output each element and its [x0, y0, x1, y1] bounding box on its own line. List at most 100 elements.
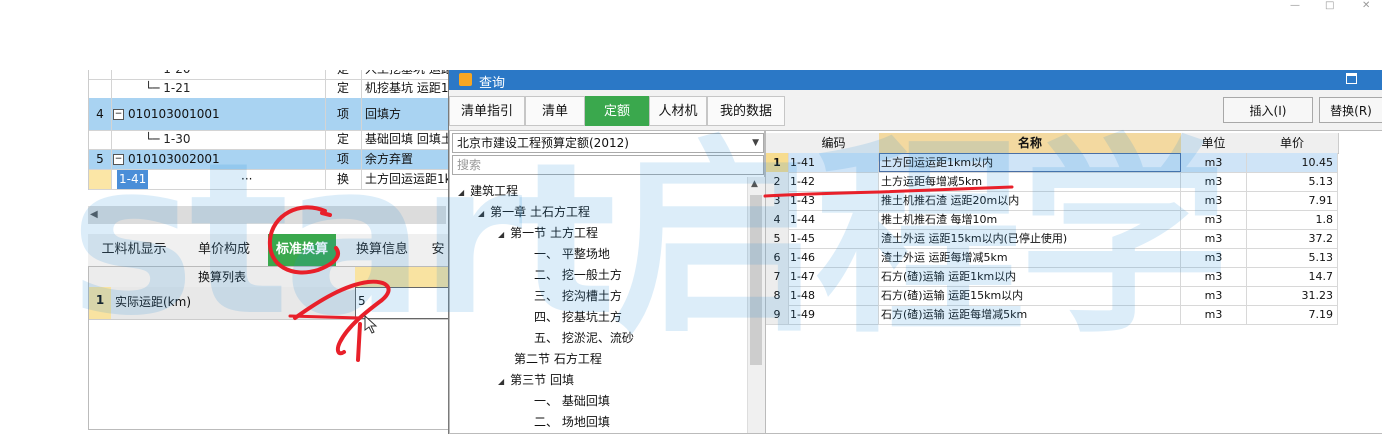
quota-name: 推土机推石渣 运距20m以内 — [879, 191, 1181, 210]
tree-scrollbar[interactable]: ▲ — [747, 177, 765, 433]
insert-button[interactable]: 插入(I) — [1223, 97, 1313, 123]
quota-row[interactable]: 7 1-47 石方(碴)运输 运距1km以内 m3 14.7 — [766, 267, 1338, 287]
quota-unit: m3 — [1181, 305, 1247, 324]
app-icon — [459, 73, 472, 86]
actual-distance-input[interactable]: 5 — [355, 287, 449, 319]
tree-node[interactable]: 一、 平整场地 — [534, 244, 610, 264]
quota-row[interactable]: 3 1-43 推土机推石渣 运距20m以内 m3 7.91 — [766, 191, 1338, 211]
tree-search-input[interactable]: 搜索 — [452, 155, 764, 175]
tree-node-label: 建筑工程 — [470, 184, 519, 198]
dialog-tab-3[interactable]: 人材机 — [649, 96, 707, 126]
dialog-title: 查询 — [479, 76, 506, 91]
tree-node-label: 一、 基础回填 — [534, 394, 610, 408]
name-header[interactable]: 名称 — [879, 133, 1182, 154]
row-number: 4 — [89, 98, 112, 130]
tab-1[interactable]: 单价构成 — [184, 234, 264, 266]
tree-node[interactable]: 三、 挖沟槽土方 — [534, 286, 622, 306]
bill-grid-row[interactable]: 4−010103001001 项回填方 — [89, 98, 449, 131]
bill-grid-row[interactable]: └─ 1-30 定基础回填 回填土 夯填 — [89, 130, 449, 150]
quota-price: 7.19 — [1246, 305, 1338, 324]
dialog-tab-1[interactable]: 清单 — [525, 96, 585, 126]
expand-arrow-icon[interactable]: ◢ — [478, 204, 484, 224]
chevron-down-icon[interactable]: ▼ — [752, 134, 759, 152]
item-type: 换 — [325, 170, 362, 189]
quota-code: 1-46 — [788, 248, 879, 267]
quota-price: 5.13 — [1246, 248, 1338, 267]
tree-node-label: 一、 平整场地 — [534, 247, 610, 261]
expand-arrow-icon[interactable]: ◢ — [498, 225, 504, 245]
tree-node[interactable]: ◢ 第三节 回填 — [498, 370, 574, 390]
minimize-icon[interactable]: — — [1290, 0, 1300, 11]
tree-node[interactable]: 二、 场地回填 — [534, 412, 610, 432]
collapse-icon[interactable]: − — [113, 154, 124, 165]
detail-tabs: 工料机显示 单价构成 标准换算 换算信息安 — [88, 234, 448, 267]
item-code: −010103002001 — [111, 150, 326, 169]
close-icon[interactable]: ✕ — [1362, 0, 1370, 11]
price-header[interactable]: 单价 — [1246, 133, 1339, 154]
quota-code: 1-49 — [788, 305, 879, 324]
quota-code: 1-43 — [788, 191, 879, 210]
tree-node[interactable]: ◢ 第一节 土方工程 — [498, 223, 598, 243]
tree-node[interactable]: ◢ 建筑工程 — [458, 181, 518, 201]
tab-0[interactable]: 工料机显示 — [92, 234, 176, 266]
row-number: 7 — [766, 267, 789, 286]
tree-node[interactable]: 五、 挖淤泥、流砂 — [534, 328, 634, 348]
tree-node[interactable]: 四、 挖基坑土方 — [534, 307, 622, 327]
quota-row[interactable]: 5 1-45 渣土外运 运距15km以内(已停止使用) m3 37.2 — [766, 229, 1338, 249]
dialog-titlebar[interactable]: 查询 — [449, 70, 1382, 91]
row-number — [89, 79, 112, 98]
quota-name: 石方(碴)运输 运距每增减5km — [879, 305, 1181, 324]
quota-unit: m3 — [1181, 229, 1247, 248]
quota-row[interactable]: 2 1-42 土方运距每增减5km m3 5.13 — [766, 172, 1338, 192]
quota-row[interactable]: 8 1-48 石方(碴)运输 运距15km以内 m3 31.23 — [766, 286, 1338, 306]
unit-header[interactable]: 单位 — [1181, 133, 1247, 154]
bill-grid-row[interactable]: 1-41 ··· 换土方回运运距1km以内 实际运距 — [89, 170, 449, 190]
tab-4[interactable]: 安 — [428, 234, 448, 266]
scroll-left-icon[interactable]: ◀ — [90, 209, 98, 220]
item-code-text: └─ 1-20 — [145, 70, 191, 76]
quota-code: 1-48 — [788, 286, 879, 305]
item-code-text: 010103001001 — [128, 107, 220, 121]
expand-arrow-icon[interactable]: ◢ — [498, 372, 504, 392]
tab-2[interactable]: 标准换算 — [268, 234, 336, 266]
query-dialog: 查询 清单指引 清单 定额 人材机 我的数据 插入(I) 替换(R) 北京市建设工程预算… — [448, 70, 1382, 434]
quota-price: 14.7 — [1246, 267, 1338, 286]
tree-node-label: 三、 挖沟槽土方 — [534, 289, 622, 303]
tree-node[interactable]: 一、 基础回填 — [534, 391, 610, 411]
code-header[interactable]: 编码 — [788, 133, 880, 154]
row-number: 5 — [766, 229, 789, 248]
dialog-tab-0[interactable]: 清单指引 — [449, 96, 525, 126]
tree-node[interactable]: 二、 挖一般土方 — [534, 265, 622, 285]
bill-grid-row[interactable]: 5−010103002001 项余方弃置 — [89, 150, 449, 170]
horizontal-scrollbar[interactable]: ◀ — [88, 206, 446, 224]
quota-row[interactable]: 6 1-46 渣土外运 运距每增减5km m3 5.13 — [766, 248, 1338, 268]
conversion-value-header — [355, 267, 449, 288]
quota-unit: m3 — [1181, 210, 1247, 229]
tree-node[interactable]: ◢ 第一章 土石方工程 — [478, 202, 590, 222]
tree-node[interactable]: 第二节 石方工程 — [498, 349, 602, 369]
quota-row[interactable]: 9 1-49 石方(碴)运输 运距每增减5km m3 7.19 — [766, 305, 1338, 325]
maximize-icon[interactable]: □ — [1325, 0, 1334, 11]
quota-row[interactable]: 1 1-41 土方回运运距1km以内 m3 10.45 — [766, 153, 1338, 173]
row-number: 4 — [766, 210, 789, 229]
expand-arrow-icon[interactable]: ◢ — [458, 183, 464, 203]
quota-library-select[interactable]: 北京市建设工程预算定额(2012) ▼ — [452, 133, 764, 153]
bill-grid-row[interactable]: └─ 1-21 定机挖基坑 运距1km以内 — [89, 79, 449, 99]
scroll-up-icon[interactable]: ▲ — [751, 179, 758, 189]
item-code-text[interactable]: 1-41 — [117, 170, 149, 189]
quota-name: 石方(碴)运输 运距15km以内 — [879, 286, 1181, 305]
scroll-thumb[interactable] — [750, 195, 762, 365]
dialog-tab-2[interactable]: 定额 — [585, 96, 649, 126]
collapse-icon[interactable]: − — [113, 109, 124, 120]
item-name: 回填方 — [365, 107, 402, 121]
row-number — [89, 130, 112, 149]
maximize-icon[interactable] — [1346, 73, 1357, 84]
ellipsis-button[interactable]: ··· — [241, 170, 252, 189]
dialog-tab-4[interactable]: 我的数据 — [707, 96, 785, 126]
quota-row[interactable]: 4 1-44 推土机推石渣 每增10m m3 1.8 — [766, 210, 1338, 230]
replace-button[interactable]: 替换(R) — [1319, 97, 1382, 123]
item-type: 项 — [325, 150, 362, 169]
quota-code: 1-47 — [788, 267, 879, 286]
quota-unit: m3 — [1181, 286, 1247, 305]
tab-3[interactable]: 换算信息 — [344, 234, 420, 266]
